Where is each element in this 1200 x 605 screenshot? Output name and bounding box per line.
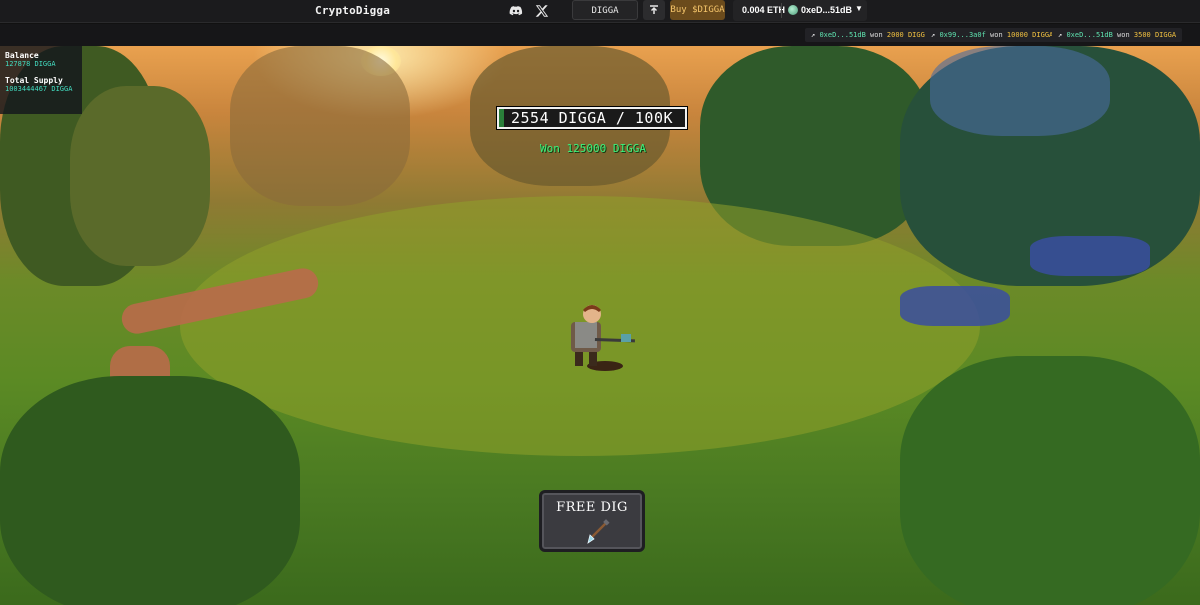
wallet-address: 0xeD...51dB xyxy=(801,5,853,15)
digger-character xyxy=(571,305,635,371)
wallet-divider xyxy=(781,3,782,18)
contract-button[interactable]: DIGGA Contract xyxy=(572,0,638,36)
pickaxe-icon: ↗ xyxy=(811,31,816,39)
stats-panel: Balance 127878 DIGGA Total Supply 100344… xyxy=(0,46,82,114)
tree-left-2 xyxy=(70,86,210,266)
ticker-amount: 10000 DIGGA xyxy=(1006,31,1054,39)
pond xyxy=(900,286,1010,326)
balance-value: 127878 DIGGA xyxy=(5,60,56,68)
brand-logo[interactable]: CryptoDigga xyxy=(315,4,390,17)
tree-back xyxy=(230,46,410,206)
bush-bottom-left xyxy=(0,376,300,605)
winners-ticker: ↗ 0xeD...51dB won 2000 DIGGA ↗ 0x99...3a… xyxy=(0,24,1200,46)
ticker-amount: 3500 DIGGA xyxy=(1133,31,1177,39)
balance-label: Balance xyxy=(5,51,39,60)
ticker-won: won xyxy=(1117,31,1130,39)
ticker-item: ↗ 0xeD...51dB won 2000 DIGGA xyxy=(805,28,936,42)
dig-progress-bar: 2554 DIGGA / 100K xyxy=(496,106,688,130)
ticker-address: 0x99...3a0f xyxy=(939,31,986,39)
ticker-address: 0xeD...51dB xyxy=(819,31,866,39)
supply-value: 1003444467 DIGGA xyxy=(5,85,73,93)
ticker-won: won xyxy=(990,31,1003,39)
ticker-item: ↗ 0xeD...51dB won 3500 DIGGA xyxy=(1052,28,1183,42)
wallet-widget[interactable]: 0.004 ETH 0xeD...51dB ▼ xyxy=(733,0,867,21)
discord-icon[interactable] xyxy=(509,4,523,18)
ticker-item: ↗ 0x99...3a0f won 10000 DIGGA xyxy=(925,28,1060,42)
bush-bottom-right xyxy=(900,356,1200,605)
progress-text: 2554 DIGGA / 100K xyxy=(510,109,674,127)
upload-button[interactable] xyxy=(643,0,665,20)
pickaxe-icon: ↗ xyxy=(1058,31,1063,39)
shovel-icon xyxy=(587,519,610,544)
pickaxe-icon: ↗ xyxy=(931,31,936,39)
upload-icon xyxy=(650,5,658,14)
stream xyxy=(1030,236,1150,276)
ticker-amount: 2000 DIGGA xyxy=(886,31,930,39)
top-nav: CryptoDigga DIGGA Contract Buy $DIGGA 0.… xyxy=(0,0,1200,36)
wallet-balance: 0.004 ETH xyxy=(742,5,786,15)
x-icon[interactable] xyxy=(535,4,549,18)
won-message: Won 125000 DIGGA xyxy=(540,142,646,155)
supply-label: Total Supply xyxy=(5,76,63,85)
sky-right xyxy=(930,46,1110,136)
buy-button[interactable]: Buy $DIGGA xyxy=(670,0,725,20)
free-dig-label: FREE DIG xyxy=(556,500,628,515)
chevron-down-icon: ▼ xyxy=(855,4,863,13)
avatar xyxy=(788,5,798,15)
ticker-won: won xyxy=(870,31,883,39)
free-dig-button[interactable]: FREE DIG xyxy=(539,490,645,552)
ticker-address: 0xeD...51dB xyxy=(1066,31,1113,39)
